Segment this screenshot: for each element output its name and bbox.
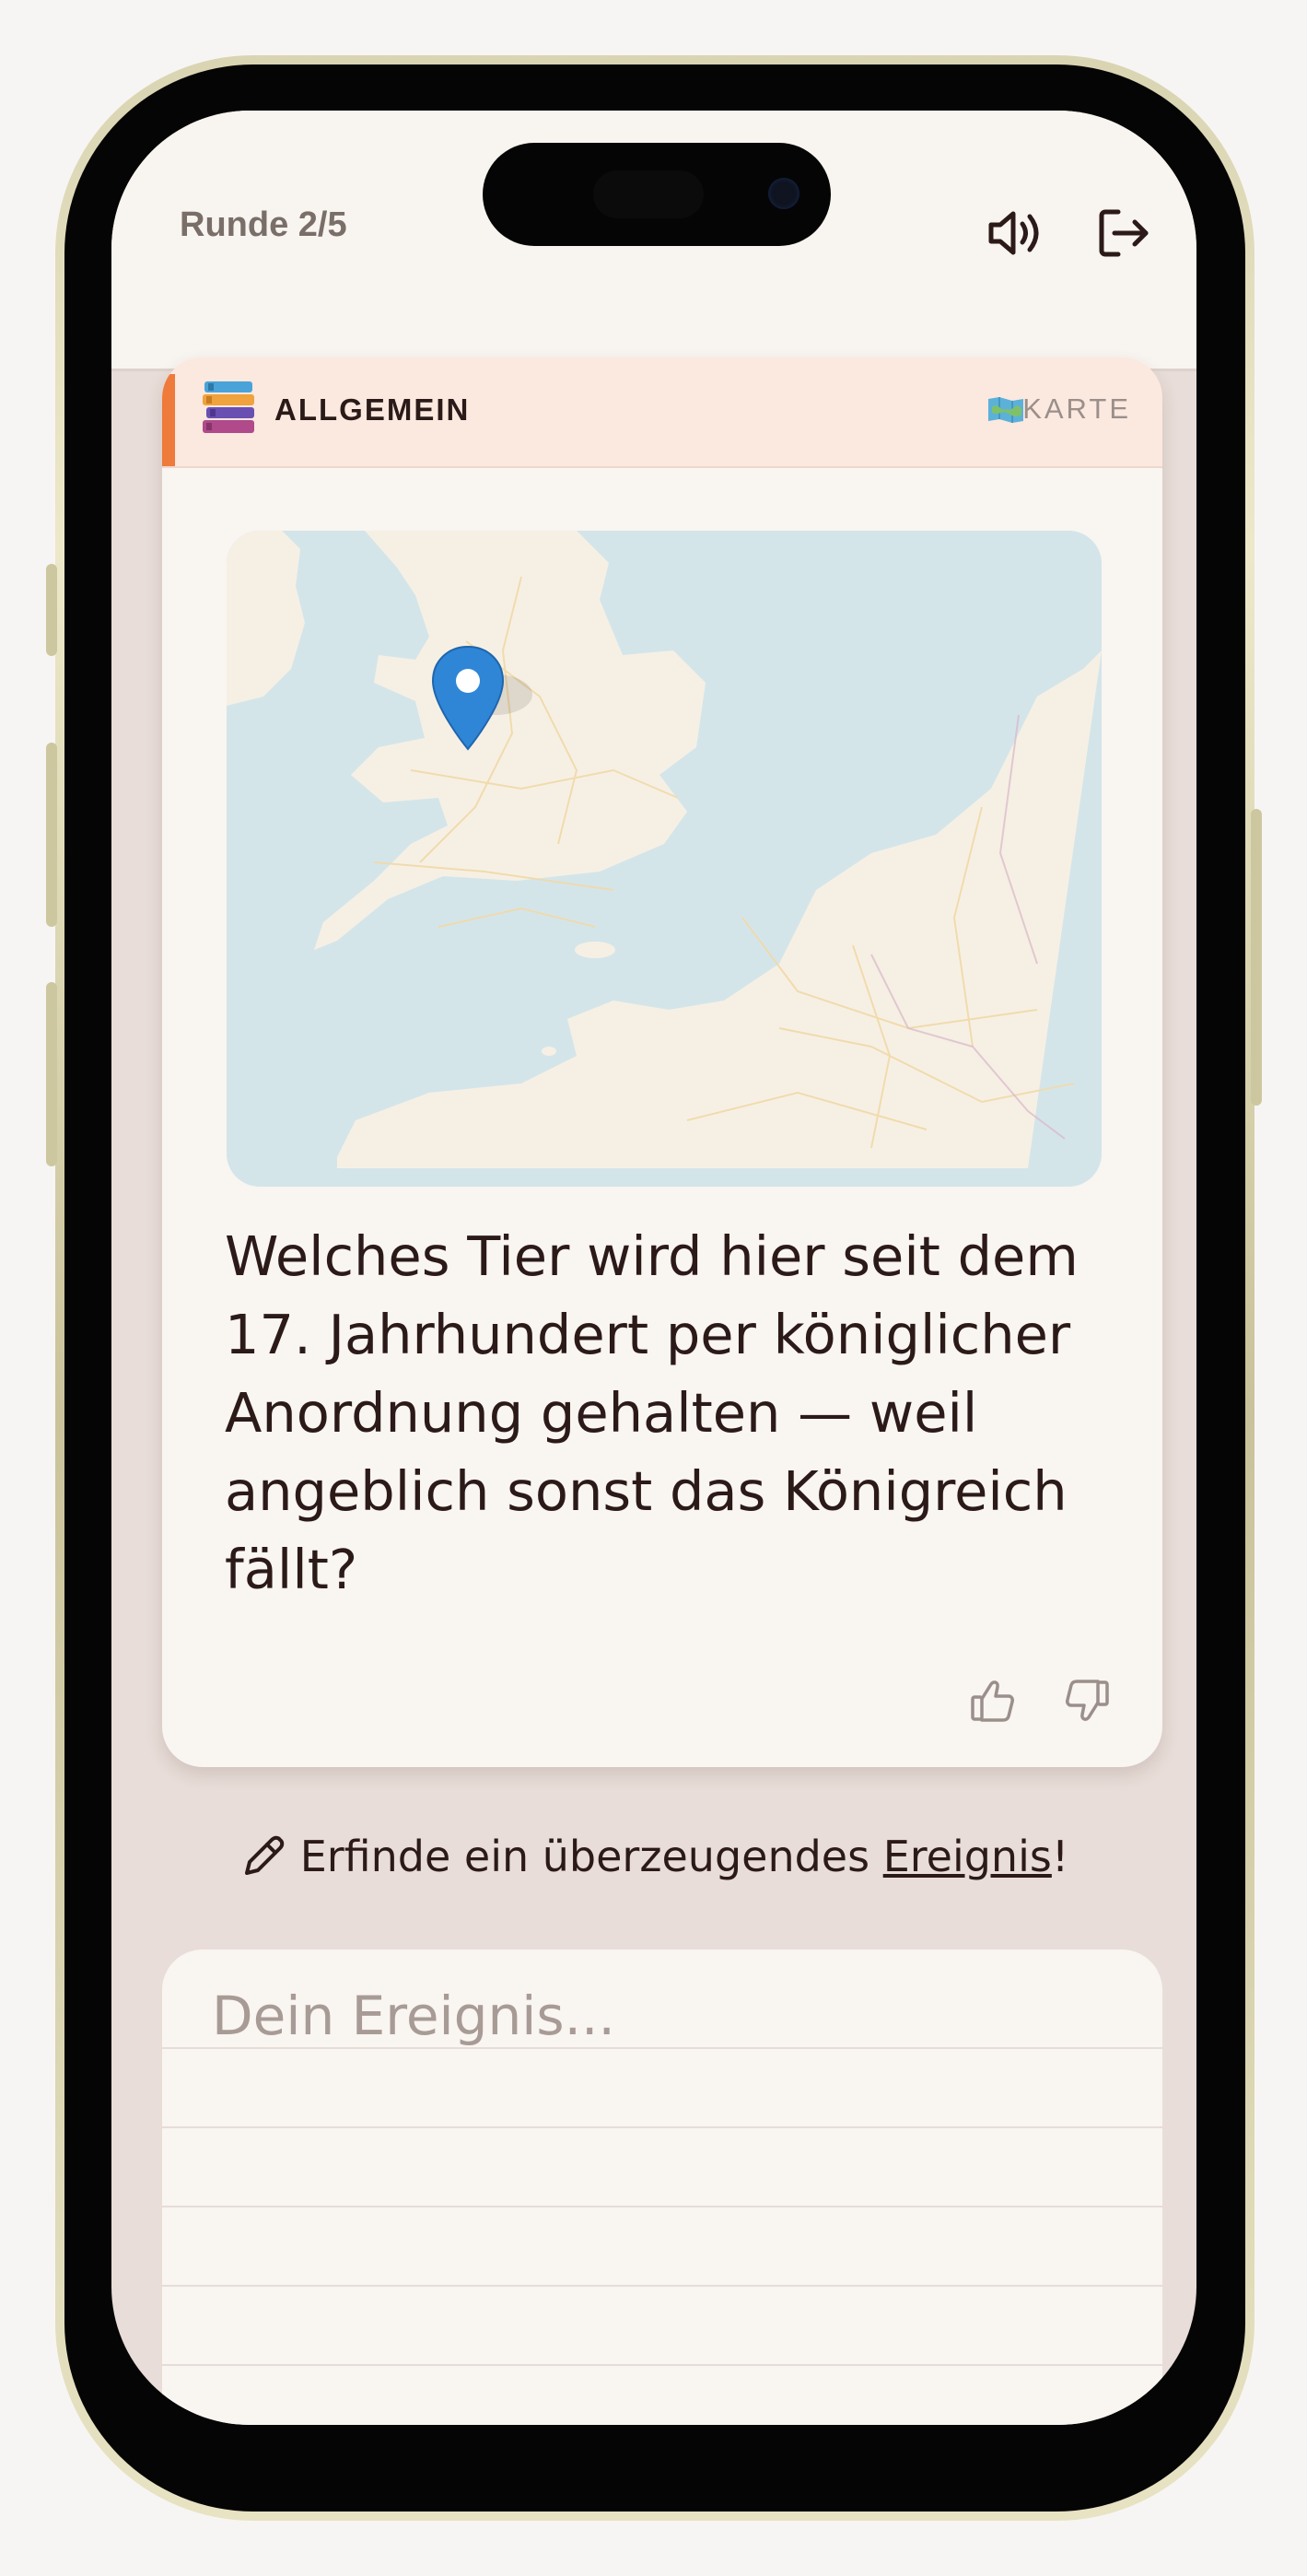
sensor bbox=[593, 170, 704, 218]
card-accent bbox=[162, 374, 175, 466]
exit-icon[interactable] bbox=[1091, 201, 1155, 265]
thumbs-up-icon[interactable] bbox=[967, 1675, 1019, 1727]
card-type-label: KARTE bbox=[1022, 392, 1131, 425]
hint-text: Erfinde ein überzeugendes Ereignis! bbox=[111, 1832, 1196, 1881]
round-counter: Runde 2/5 bbox=[180, 205, 347, 244]
hint-link-ereignis[interactable]: Ereignis bbox=[883, 1832, 1052, 1881]
event-input[interactable]: Dein Ereignis... bbox=[162, 1950, 1162, 2425]
location-map[interactable] bbox=[227, 531, 1102, 1187]
books-icon bbox=[201, 380, 258, 439]
dynamic-island bbox=[483, 143, 831, 246]
map-icon bbox=[987, 396, 1024, 424]
app-screen: Runde 2/5 ALLGEMEIN KARTE Welches Tier w… bbox=[111, 111, 1196, 2425]
hint-prefix: Erfinde ein überzeugendes bbox=[299, 1832, 883, 1881]
category-label: ALLGEMEIN bbox=[274, 392, 471, 427]
speaker-icon[interactable] bbox=[982, 201, 1046, 265]
event-input-placeholder: Dein Ereignis... bbox=[212, 1985, 615, 2047]
hint-suffix: ! bbox=[1051, 1832, 1069, 1881]
thumbs-down-icon[interactable] bbox=[1061, 1675, 1113, 1727]
pencil-icon bbox=[239, 1832, 287, 1880]
camera bbox=[768, 178, 799, 209]
volume-up-button bbox=[46, 743, 57, 927]
question-card: ALLGEMEIN KARTE Welches Tier wird hier s… bbox=[162, 357, 1162, 1767]
top-bar bbox=[111, 267, 1196, 371]
question-text: Welches Tier wird hier seit dem 17. Jahr… bbox=[225, 1224, 1079, 1601]
power-button bbox=[1251, 809, 1262, 1106]
volume-down-button bbox=[46, 982, 57, 1166]
action-button bbox=[46, 564, 57, 656]
